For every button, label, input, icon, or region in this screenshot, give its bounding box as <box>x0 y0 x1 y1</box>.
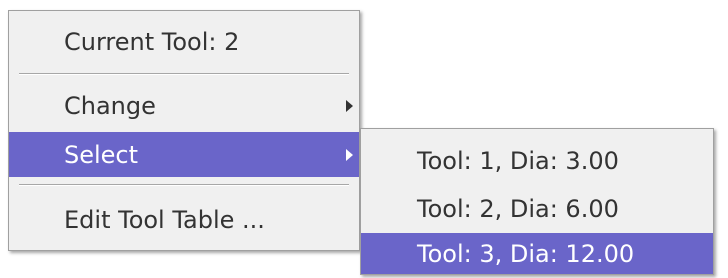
menu-item-change[interactable]: Change <box>9 81 359 131</box>
context-menu: Current Tool: 2 Change Select Edit Tool … <box>8 10 360 251</box>
submenu-item-tool-2-label: Tool: 2, Dia: 6.00 <box>417 195 619 223</box>
submenu-item-tool-3-label: Tool: 3, Dia: 12.00 <box>417 239 635 268</box>
submenu-item-tool-3[interactable]: Tool: 3, Dia: 12.00 <box>361 233 713 274</box>
submenu-arrow-icon <box>346 100 353 112</box>
menu-item-edit-tool-table[interactable]: Edit Tool Table ... <box>9 195 359 245</box>
select-submenu: Tool: 1, Dia: 3.00 Tool: 2, Dia: 6.00 To… <box>360 128 714 275</box>
submenu-arrow-icon <box>346 148 353 161</box>
submenu-item-tool-1[interactable]: Tool: 1, Dia: 3.00 <box>361 137 713 185</box>
menu-item-edit-tool-table-label: Edit Tool Table ... <box>64 206 265 234</box>
menu-separator <box>19 73 349 75</box>
menu-item-select-label: Select <box>64 140 139 169</box>
menu-item-select[interactable]: Select <box>9 132 359 177</box>
menu-separator <box>19 184 349 186</box>
menu-item-current-tool-label: Current Tool: 2 <box>64 28 240 56</box>
menu-item-change-label: Change <box>64 92 156 120</box>
submenu-item-tool-2[interactable]: Tool: 2, Dia: 6.00 <box>361 185 713 233</box>
menu-item-current-tool: Current Tool: 2 <box>9 15 359 69</box>
submenu-item-tool-1-label: Tool: 1, Dia: 3.00 <box>417 147 619 175</box>
